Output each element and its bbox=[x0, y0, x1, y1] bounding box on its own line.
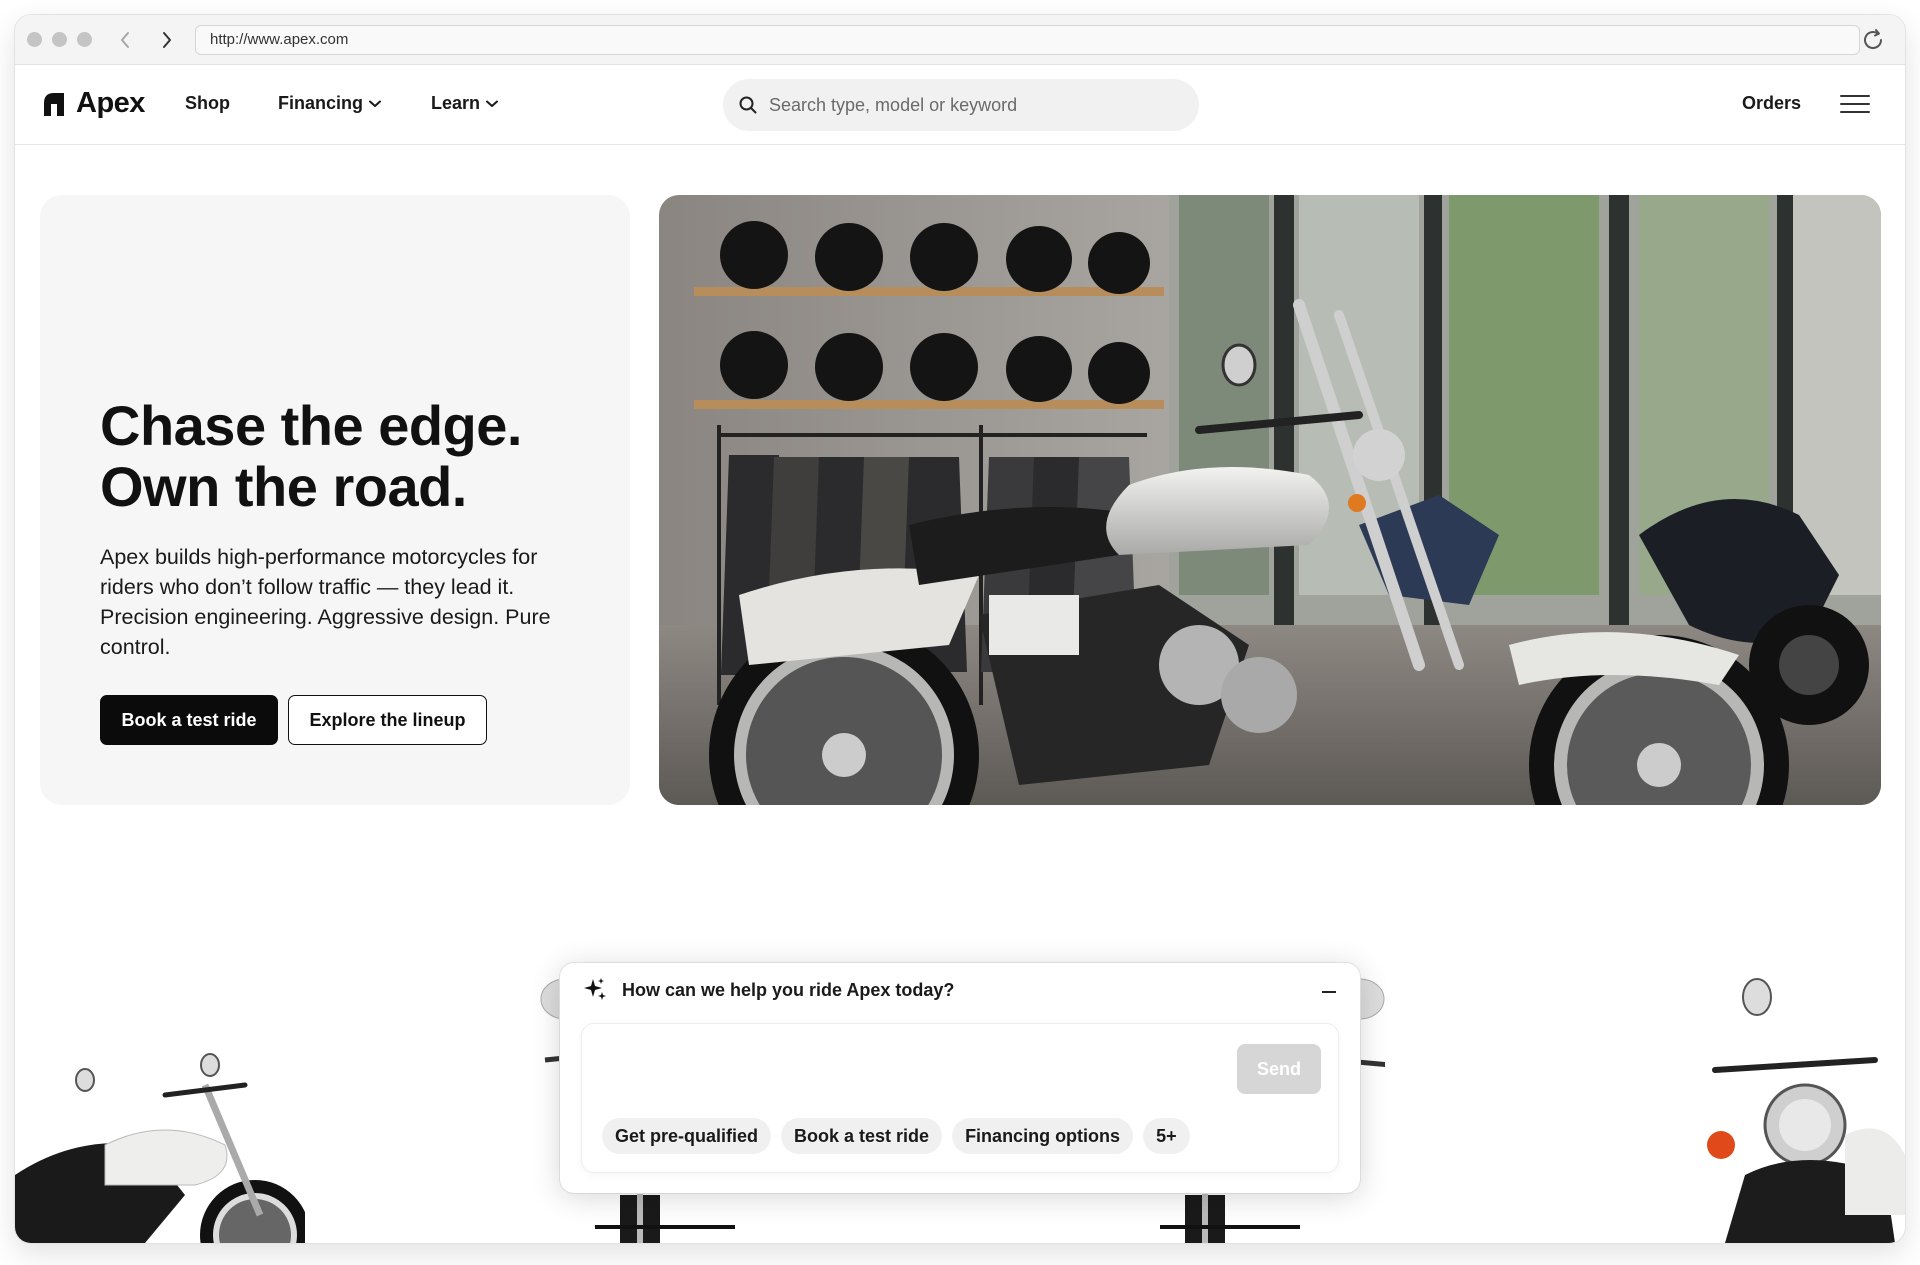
apex-logo-icon bbox=[44, 92, 64, 116]
chat-heading: How can we help you ride Apex today? bbox=[622, 979, 955, 1000]
hero-card: Chase the edge. Own the road. Apex build… bbox=[40, 195, 630, 805]
menu-line bbox=[1840, 111, 1870, 113]
nav-learn-dropdown[interactable]: Learn bbox=[431, 93, 499, 114]
bike-thumbnail-right bbox=[1695, 965, 1905, 1243]
minimize-icon[interactable] bbox=[1322, 991, 1336, 993]
chat-widget: How can we help you ride Apex today? Sen… bbox=[560, 963, 1360, 1193]
chip-get-pre-qualified[interactable]: Get pre-qualified bbox=[602, 1118, 772, 1154]
window-minimize-button[interactable] bbox=[52, 32, 67, 47]
chip-more-suggestions[interactable]: 5+ bbox=[1143, 1118, 1190, 1154]
sparkle-icon bbox=[584, 978, 606, 1000]
reload-icon[interactable] bbox=[1859, 26, 1887, 54]
search-bar[interactable] bbox=[723, 79, 1199, 131]
motorcycle-image bbox=[15, 1053, 310, 1243]
nav-shop-link[interactable]: Shop bbox=[185, 93, 230, 114]
browser-window: http://www.apex.com Apex Shop Financing … bbox=[15, 15, 1905, 1243]
back-arrow-icon[interactable] bbox=[112, 27, 138, 53]
chip-financing-options[interactable]: Financing options bbox=[952, 1118, 1134, 1154]
bike-thumbnail-left bbox=[15, 1025, 310, 1243]
brand-name: Apex bbox=[76, 87, 145, 119]
nav-financing-label: Financing bbox=[278, 93, 363, 113]
chevron-down-icon bbox=[369, 100, 381, 107]
hero-image bbox=[659, 195, 1881, 805]
orders-link[interactable]: Orders bbox=[1742, 93, 1801, 114]
nav-financing-dropdown[interactable]: Financing bbox=[278, 93, 381, 114]
hero-description: Apex builds high-performance motorcycles… bbox=[100, 545, 551, 659]
search-input[interactable] bbox=[769, 94, 1189, 116]
address-bar[interactable]: http://www.apex.com bbox=[195, 25, 1860, 55]
window-close-button[interactable] bbox=[27, 32, 42, 47]
search-icon bbox=[739, 96, 757, 114]
menu-line bbox=[1840, 95, 1870, 97]
send-button[interactable]: Send bbox=[1237, 1044, 1321, 1094]
nav-learn-label: Learn bbox=[431, 93, 481, 113]
browser-toolbar: http://www.apex.com bbox=[15, 15, 1905, 65]
brand-logo[interactable]: Apex bbox=[40, 87, 145, 120]
hero-title: Chase the edge. Own the road. bbox=[100, 395, 522, 517]
book-test-ride-button[interactable]: Book a test ride bbox=[100, 695, 278, 745]
menu-line bbox=[1840, 103, 1870, 105]
explore-lineup-button[interactable]: Explore the lineup bbox=[288, 695, 487, 745]
motorcycle-image bbox=[1707, 978, 1905, 1243]
nav-shop-label: Shop bbox=[185, 93, 230, 113]
window-maximize-button[interactable] bbox=[77, 32, 92, 47]
chat-compose-box: Send Get pre-qualified Book a test ride … bbox=[582, 1024, 1338, 1172]
hamburger-menu-icon[interactable] bbox=[1840, 89, 1870, 119]
hero-title-line-1: Chase the edge. bbox=[100, 394, 522, 457]
site-header: Apex Shop Financing Learn Orders bbox=[15, 65, 1905, 145]
chevron-down-icon bbox=[486, 100, 499, 107]
chat-header: How can we help you ride Apex today? bbox=[582, 977, 954, 1003]
hero-title-line-2: Own the road. bbox=[100, 455, 467, 518]
forward-arrow-icon[interactable] bbox=[154, 27, 180, 53]
chip-book-test-ride[interactable]: Book a test ride bbox=[781, 1118, 943, 1154]
chat-message-input[interactable] bbox=[602, 1044, 1202, 1094]
suggestion-chips: Get pre-qualified Book a test ride Finan… bbox=[602, 1118, 1190, 1154]
showroom-motorcycle-image bbox=[659, 195, 1881, 805]
